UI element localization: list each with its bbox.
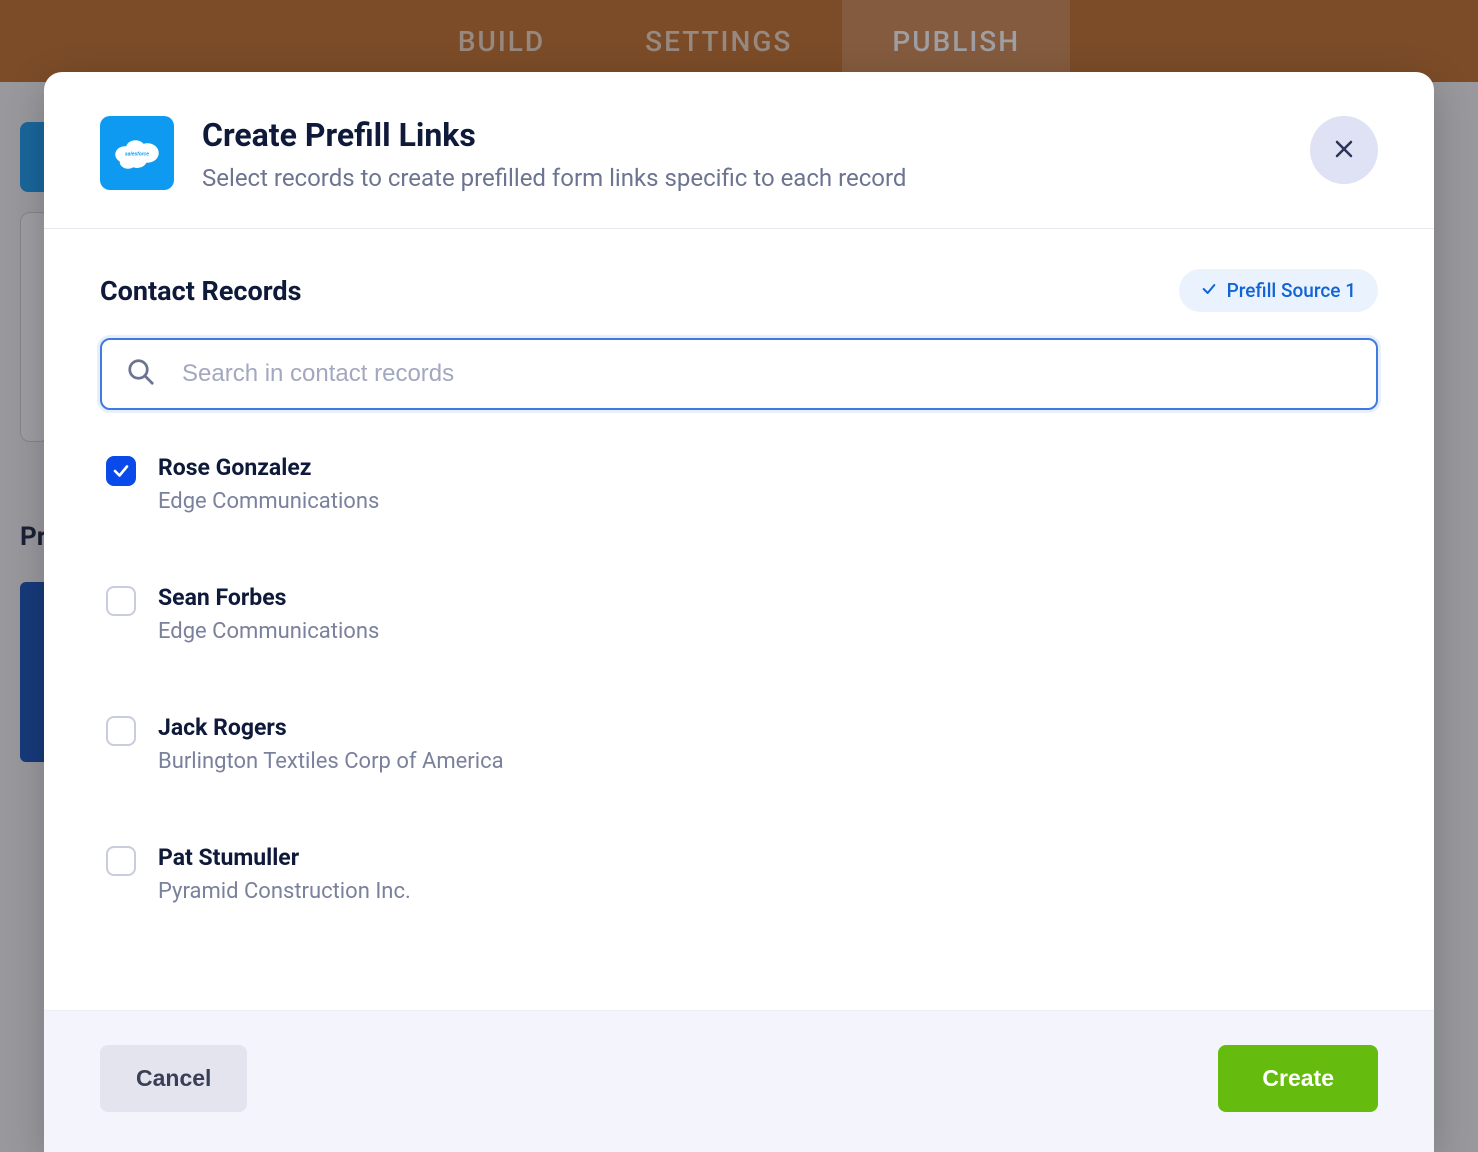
record-text: Pat Stumuller Pyramid Construction Inc. <box>158 844 411 904</box>
record-row[interactable]: Pat Stumuller Pyramid Construction Inc. <box>106 844 1378 904</box>
record-checkbox[interactable] <box>106 456 136 486</box>
salesforce-icon: salesforce <box>100 116 174 190</box>
record-name: Pat Stumuller <box>158 844 411 871</box>
record-checkbox[interactable] <box>106 716 136 746</box>
record-text: Sean Forbes Edge Communications <box>158 584 379 644</box>
close-button[interactable] <box>1310 116 1378 184</box>
record-checkbox[interactable] <box>106 586 136 616</box>
modal-subtitle: Select records to create prefilled form … <box>202 164 906 192</box>
record-sub: Edge Communications <box>158 489 379 514</box>
section-title: Contact Records <box>100 275 301 307</box>
close-icon <box>1332 137 1356 164</box>
search-icon <box>126 357 156 391</box>
check-icon <box>1201 279 1217 302</box>
record-name: Rose Gonzalez <box>158 454 379 481</box>
prefill-source-pill[interactable]: Prefill Source 1 <box>1179 269 1378 312</box>
svg-text:salesforce: salesforce <box>125 151 149 157</box>
records-list: Rose Gonzalez Edge Communications Sean F… <box>100 454 1378 934</box>
record-sub: Pyramid Construction Inc. <box>158 879 411 904</box>
cancel-button[interactable]: Cancel <box>100 1045 247 1112</box>
create-button[interactable]: Create <box>1218 1045 1378 1112</box>
record-sub: Edge Communications <box>158 619 379 644</box>
modal-header: salesforce Create Prefill Links Select r… <box>44 72 1434 229</box>
record-name: Jack Rogers <box>158 714 504 741</box>
record-text: Jack Rogers Burlington Textiles Corp of … <box>158 714 504 774</box>
search-input[interactable] <box>100 338 1378 410</box>
record-sub: Burlington Textiles Corp of America <box>158 749 504 774</box>
modal-body: Contact Records Prefill Source 1 Rose Go… <box>44 229 1434 1010</box>
record-row[interactable]: Sean Forbes Edge Communications <box>106 584 1378 644</box>
pill-label: Prefill Source 1 <box>1227 279 1356 302</box>
record-row[interactable]: Jack Rogers Burlington Textiles Corp of … <box>106 714 1378 774</box>
modal-title: Create Prefill Links <box>202 116 906 154</box>
create-prefill-links-modal: salesforce Create Prefill Links Select r… <box>44 72 1434 1152</box>
search-wrap <box>100 338 1378 410</box>
record-checkbox[interactable] <box>106 846 136 876</box>
modal-heading-group: Create Prefill Links Select records to c… <box>202 116 906 192</box>
record-name: Sean Forbes <box>158 584 379 611</box>
modal-footer: Cancel Create <box>44 1010 1434 1152</box>
record-row[interactable]: Rose Gonzalez Edge Communications <box>106 454 1378 514</box>
body-top-row: Contact Records Prefill Source 1 <box>100 269 1378 312</box>
record-text: Rose Gonzalez Edge Communications <box>158 454 379 514</box>
